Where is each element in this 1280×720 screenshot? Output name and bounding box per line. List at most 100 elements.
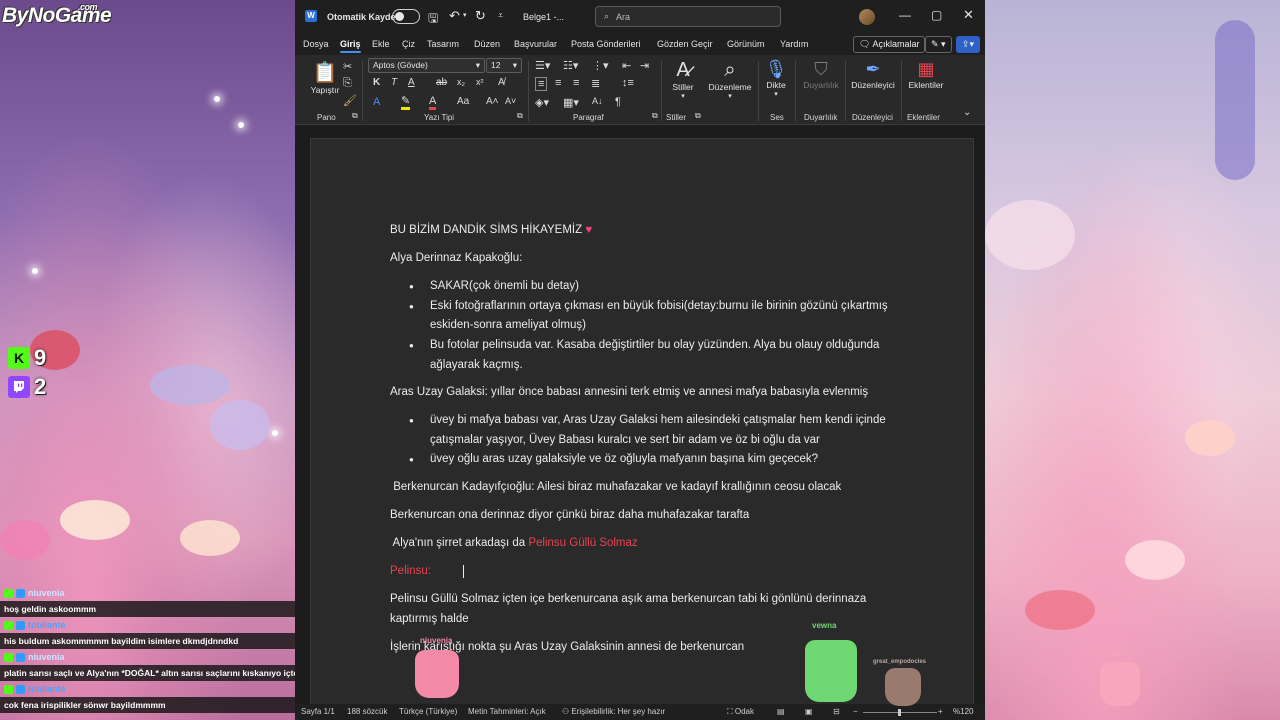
read-mode-icon[interactable]: ▤ — [777, 707, 785, 716]
document-body[interactable]: BU BİZİM DANDİK SİMS HİKAYEMİZ ♥ Alya De… — [390, 221, 900, 666]
print-layout-icon[interactable]: ▣ — [805, 707, 813, 716]
autosave-toggle[interactable] — [392, 9, 420, 24]
redo-icon[interactable]: ↻ — [475, 8, 486, 24]
editing-button[interactable]: ⌕ Düzenleme ▾ — [705, 59, 755, 100]
dialog-launcher-icon[interactable]: ⧉ — [352, 111, 358, 121]
document-page[interactable]: BU BİZİM DANDİK SİMS HİKAYEMİZ ♥ Alya De… — [310, 138, 974, 708]
borders-icon[interactable]: ▦▾ — [563, 96, 579, 109]
clear-formatting-icon[interactable]: A̸ — [498, 77, 505, 88]
comments-button[interactable]: 🗨 Açıklamalar — [853, 36, 926, 53]
italic-icon[interactable]: T — [391, 77, 397, 88]
dictate-button[interactable]: 🎙 Dikte ▾ — [763, 59, 789, 98]
bold-icon[interactable]: K — [373, 77, 380, 88]
dialog-launcher-icon[interactable]: ⧉ — [517, 111, 523, 121]
sensitivity-button[interactable]: ⛉ Duyarlılık — [800, 59, 842, 90]
search-icon: ⌕ — [604, 11, 610, 21]
separator — [362, 61, 363, 121]
editing-mode-button[interactable]: ✎ ▾ — [925, 36, 952, 53]
list-item: Eski fotoğraflarının ortaya çıkması en b… — [390, 297, 900, 336]
align-center-icon[interactable]: ≡ — [555, 77, 561, 89]
focus-button[interactable]: ⛶ Odak — [727, 707, 754, 717]
undo-icon[interactable]: ↶ — [449, 8, 460, 24]
font-color-icon[interactable]: A — [429, 96, 437, 110]
chevron-down-icon: ▾ — [681, 93, 685, 100]
ribbon-collapse-icon[interactable]: ⌄ — [963, 107, 971, 118]
styles-button[interactable]: A̷ Stiller ▾ — [667, 59, 699, 100]
tab-view[interactable]: Görünüm — [727, 39, 765, 49]
dialog-launcher-icon[interactable]: ⧉ — [652, 111, 658, 121]
font-size-combo[interactable]: 12 ▾ — [486, 58, 522, 73]
styles-label: Stiller — [672, 82, 694, 92]
tab-home[interactable]: Giriş — [340, 39, 361, 53]
superscript-icon[interactable]: x² — [476, 77, 484, 87]
shrink-font-icon[interactable]: A˅ — [505, 96, 516, 106]
minimize-icon[interactable]: — — [899, 8, 911, 22]
tab-design[interactable]: Tasarım — [427, 39, 459, 49]
zoom-slider-thumb[interactable] — [898, 709, 901, 716]
shading-icon[interactable]: ◈▾ — [535, 96, 549, 109]
customize-toolbar-icon[interactable]: ⩡ — [498, 10, 503, 21]
save-icon[interactable]: 🖫 — [428, 9, 438, 30]
tab-draw[interactable]: Çiz — [402, 39, 415, 49]
tab-layout[interactable]: Düzen — [474, 39, 500, 49]
subscript-icon[interactable]: x₂ — [457, 77, 465, 87]
justify-icon[interactable]: ≣ — [591, 77, 600, 90]
avatar[interactable] — [859, 9, 875, 25]
editor-button[interactable]: ✒ Düzenleyici — [850, 59, 896, 90]
dialog-launcher-icon[interactable]: ⧉ — [695, 111, 701, 121]
focus-label: Odak — [734, 707, 754, 716]
paste-button[interactable]: 📋 Yapıştır — [307, 60, 343, 95]
grow-font-icon[interactable]: A˄ — [486, 96, 499, 107]
tab-insert[interactable]: Ekle — [372, 39, 390, 49]
status-text-predictions[interactable]: Metin Tahminleri: Açık — [468, 707, 546, 716]
copy-icon[interactable]: ⎘ — [343, 77, 352, 90]
tab-references[interactable]: Başvurular — [514, 39, 557, 49]
search-box[interactable]: ⌕ Ara — [595, 6, 781, 27]
text-cursor — [462, 564, 464, 578]
tab-file[interactable]: Dosya — [303, 39, 329, 49]
addins-grid-icon: ▦ — [917, 59, 935, 79]
document-title[interactable]: Belge1 -... — [523, 12, 564, 22]
editor-pen-icon: ✒ — [865, 59, 881, 79]
chevron-down-icon: ▾ — [512, 60, 517, 70]
close-icon[interactable]: ✕ — [963, 7, 974, 23]
maximize-icon[interactable]: ▢ — [931, 8, 942, 22]
cut-icon[interactable]: ✂ — [343, 60, 352, 73]
align-left-icon[interactable]: ≡ — [535, 77, 548, 91]
underline-icon[interactable]: A — [408, 77, 415, 88]
sparkle — [238, 122, 244, 128]
align-right-icon[interactable]: ≡ — [573, 77, 579, 89]
status-language[interactable]: Türkçe (Türkiye) — [399, 707, 457, 716]
change-case-icon[interactable]: Aa — [457, 96, 469, 107]
flower — [1025, 590, 1095, 630]
zoom-out-icon[interactable]: − — [853, 707, 858, 716]
status-accessibility[interactable]: ⚇ Erişilebilirlik: Her şey hazır — [562, 707, 665, 716]
tab-help[interactable]: Yardım — [780, 39, 808, 49]
multilevel-list-icon[interactable]: ⋮▾ — [592, 59, 609, 72]
show-formatting-icon[interactable]: ¶ — [615, 96, 621, 108]
bullets-icon[interactable]: ☰▾ — [535, 59, 550, 72]
decrease-indent-icon[interactable]: ⇤ — [622, 59, 631, 72]
highlight-icon[interactable]: ✎ — [401, 96, 411, 110]
web-layout-icon[interactable]: ⊟ — [833, 707, 840, 716]
numbering-icon[interactable]: ☷▾ — [563, 59, 578, 72]
line-spacing-icon[interactable]: ↕≡ — [622, 77, 634, 89]
tab-mailings[interactable]: Posta Gönderileri — [571, 39, 641, 49]
sort-icon[interactable]: A↓ — [592, 96, 603, 106]
share-button[interactable]: ⇪▾ — [956, 36, 981, 53]
format-painter-icon[interactable]: 🖌 — [343, 94, 357, 107]
doc-paragraph: Aras Uzay Galaksi: yıllar önce babası an… — [390, 386, 869, 399]
undo-dropdown-icon[interactable]: ▾ — [463, 11, 467, 19]
status-page[interactable]: Sayfa 1/1 — [301, 707, 335, 716]
zoom-in-icon[interactable]: + — [938, 707, 943, 716]
separator — [758, 61, 759, 121]
status-word-count[interactable]: 188 sözcük — [347, 707, 387, 716]
addins-button[interactable]: ▦ Eklentiler — [906, 59, 946, 90]
strikethrough-icon[interactable]: ab — [436, 77, 447, 88]
increase-indent-icon[interactable]: ⇥ — [640, 59, 649, 72]
tab-review[interactable]: Gözden Geçir — [657, 39, 713, 49]
status-zoom[interactable]: %120 — [953, 707, 973, 716]
text-effects-icon[interactable]: A — [373, 96, 380, 108]
mascot-name: great_empodocles — [873, 659, 927, 665]
font-name-combo[interactable]: Aptos (Gövde) ▾ — [368, 58, 485, 73]
